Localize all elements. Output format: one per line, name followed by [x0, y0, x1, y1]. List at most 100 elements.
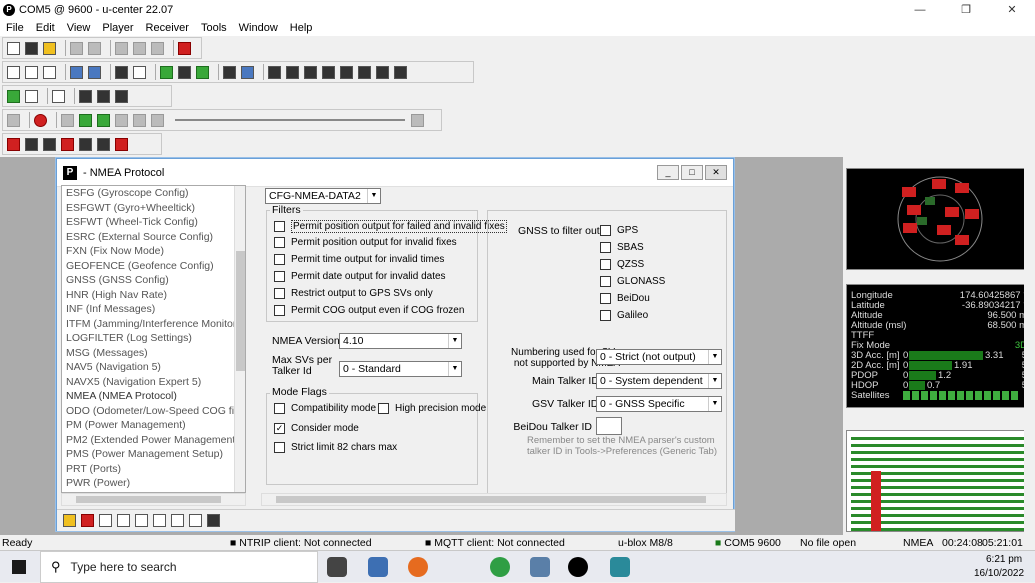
console-icon[interactable]	[115, 65, 128, 79]
signal-icon[interactable]	[286, 65, 299, 79]
bar-chart-icon[interactable]	[196, 65, 209, 79]
close-button[interactable]: ✕	[989, 0, 1035, 20]
filter-checkbox[interactable]: Permit position output for invalid fixes	[274, 237, 457, 248]
gsv-talker-select[interactable]: 0 - GNSS Specific ▼	[596, 396, 722, 412]
cut-icon[interactable]	[115, 41, 128, 55]
send-icon[interactable]	[207, 514, 220, 527]
menu-edit[interactable]: Edit	[30, 22, 61, 34]
menu-receiver[interactable]: Receiver	[140, 22, 195, 34]
beidou-talker-input[interactable]	[596, 417, 622, 435]
docs-icon[interactable]	[7, 65, 20, 79]
poll-icon[interactable]	[97, 89, 110, 103]
print-icon[interactable]	[70, 41, 83, 55]
menu-window[interactable]: Window	[233, 22, 284, 34]
strict-limit-checkbox[interactable]: Strict limit 82 chars max	[274, 442, 397, 453]
ubx-icon[interactable]	[25, 137, 38, 151]
print-preview-icon[interactable]	[88, 41, 101, 55]
message-list[interactable]: ESFG (Gyroscope Config) ESFGWT (Gyro+Whee…	[61, 185, 246, 493]
load-icon[interactable]	[153, 514, 166, 527]
fast-forward-icon[interactable]	[97, 113, 110, 127]
list-scrollbar[interactable]	[234, 186, 245, 492]
filter-checkbox[interactable]: Permit COG output even if COG frozen	[274, 305, 464, 316]
high-precision-checkbox[interactable]: High precision mode	[378, 403, 486, 414]
filter-checkbox[interactable]: Permit position output for failed and in…	[274, 220, 507, 233]
list-item[interactable]: NAV5 (Navigation 5)	[62, 360, 245, 375]
firefox-icon[interactable]	[408, 557, 428, 577]
list-icon[interactable]	[99, 514, 112, 527]
go-end-icon[interactable]	[411, 113, 424, 127]
list-item[interactable]: HNR (High Nav Rate)	[62, 288, 245, 303]
lock-icon[interactable]	[63, 514, 76, 527]
satellite-icon[interactable]	[340, 65, 353, 79]
chart-icon[interactable]	[160, 65, 173, 79]
tools-icon[interactable]	[135, 514, 148, 527]
list-item[interactable]: NAVX5 (Navigation Expert 5)	[62, 375, 245, 390]
right-scrollbar[interactable]	[1024, 160, 1034, 532]
list-item[interactable]: ODO (Odometer/Low-Speed COG filter)	[62, 404, 245, 419]
crosshair-icon[interactable]	[376, 65, 389, 79]
list-item[interactable]: ITFM (Jamming/Interference Monitor)	[62, 317, 245, 332]
list-item[interactable]: INF (Inf Messages)	[62, 302, 245, 317]
table-icon[interactable]	[322, 65, 335, 79]
screenshot-icon[interactable]	[178, 41, 191, 55]
world-icon[interactable]	[241, 65, 254, 79]
config-hscrollbar[interactable]	[261, 493, 727, 506]
copy-icon[interactable]	[133, 41, 146, 55]
eject-icon[interactable]	[7, 113, 20, 127]
task-view-icon[interactable]	[327, 557, 347, 577]
baudrate-icon[interactable]	[25, 89, 38, 103]
list-item[interactable]: LOGFILTER (Log Settings)	[62, 331, 245, 346]
gear3-icon[interactable]	[115, 137, 128, 151]
list-item[interactable]: PMS (Power Management Setup)	[62, 447, 245, 462]
record-icon[interactable]	[34, 113, 47, 127]
open-folder-icon[interactable]	[43, 41, 56, 55]
gnss-checkbox[interactable]: BeiDou	[600, 293, 650, 304]
playback-slider[interactable]	[175, 119, 405, 121]
nmea-icon[interactable]	[43, 137, 56, 151]
histogram-icon[interactable]	[178, 65, 191, 79]
export-icon[interactable]	[189, 514, 202, 527]
list-item[interactable]: PM2 (Extended Power Management)	[62, 433, 245, 448]
compat-mode-checkbox[interactable]: Compatibility mode	[274, 403, 376, 414]
gnss-checkbox[interactable]: GLONASS	[600, 276, 665, 287]
gnss-checkbox[interactable]: QZSS	[600, 259, 644, 270]
camera-icon[interactable]	[223, 65, 236, 79]
consider-mode-checkbox[interactable]: ✓ Consider mode	[274, 423, 359, 434]
chrome-icon[interactable]	[490, 557, 510, 577]
menu-tools[interactable]: Tools	[195, 22, 233, 34]
main-talker-select[interactable]: 0 - System dependent ▼	[596, 373, 722, 389]
list-item[interactable]: NMEA (NMEA Protocol)	[62, 389, 245, 404]
list-item[interactable]: ESFG (Gyroscope Config)	[62, 186, 245, 201]
u-center-taskbar-icon[interactable]	[568, 557, 588, 577]
list-item[interactable]: GEOFENCE (Geofence Config)	[62, 259, 245, 274]
list-item[interactable]: PWR (Power)	[62, 476, 245, 491]
nmea-version-select[interactable]: 4.10 ▼	[339, 333, 462, 349]
list-item[interactable]: ESFGWT (Gyro+Wheeltick)	[62, 201, 245, 216]
list-item[interactable]: ESFWT (Wheel-Tick Config)	[62, 215, 245, 230]
list-hscrollbar[interactable]	[61, 493, 246, 506]
hscroll-thumb[interactable]	[76, 496, 221, 503]
app-icon-3[interactable]	[610, 557, 630, 577]
gnss-checkbox[interactable]: Galileo	[600, 310, 648, 321]
maximize-icon[interactable]: □	[681, 165, 703, 180]
pause-icon[interactable]	[61, 113, 74, 127]
table-view-icon[interactable]	[133, 65, 146, 79]
close-icon[interactable]: ✕	[705, 165, 727, 180]
docs3-icon[interactable]	[43, 65, 56, 79]
rewind-icon[interactable]	[115, 113, 128, 127]
compare-icon[interactable]	[171, 514, 184, 527]
gnss-checkbox[interactable]: GPS	[600, 225, 638, 236]
debug-icon[interactable]	[79, 89, 92, 103]
tree-icon[interactable]	[117, 514, 130, 527]
config-hscroll-thumb[interactable]	[276, 496, 706, 503]
list-item[interactable]: PM (Power Management)	[62, 418, 245, 433]
restore-button[interactable]: ❐	[943, 0, 989, 20]
list-item[interactable]: MSG (Messages)	[62, 346, 245, 361]
paste-icon[interactable]	[151, 41, 164, 55]
filter-checkbox[interactable]: Restrict output to GPS SVs only	[274, 288, 433, 299]
menu-help[interactable]: Help	[284, 22, 319, 34]
list-item[interactable]: ESRC (External Source Config)	[62, 230, 245, 245]
save-icon[interactable]	[25, 41, 38, 55]
hex-icon[interactable]	[7, 137, 20, 151]
grid-view-icon[interactable]	[70, 65, 83, 79]
